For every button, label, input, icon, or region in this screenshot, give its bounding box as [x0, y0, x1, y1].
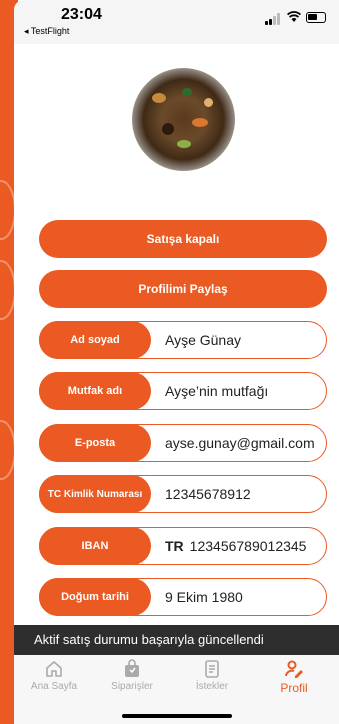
tc-id-field[interactable]: TC Kimlik Numarası 12345678912 — [39, 475, 327, 513]
field-label: Mutfak adı — [39, 372, 151, 410]
email-field[interactable]: E-posta ayse.gunay@gmail.com — [39, 424, 327, 462]
tab-label: İstekler — [195, 681, 229, 692]
status-bar: 23:04 ◂ TestFlight — [14, 0, 339, 44]
tab-orders[interactable]: Siparişler — [92, 659, 172, 692]
iban-number: 123456789012345 — [189, 538, 307, 554]
tab-profile[interactable]: Profil — [254, 659, 334, 695]
toast-message: Aktif satış durumu başarıyla güncellendi — [14, 625, 339, 655]
tab-label: Siparişler — [111, 681, 153, 692]
field-value[interactable]: TR 123456789012345 — [165, 528, 325, 564]
field-value[interactable]: ayse.gunay@gmail.com — [165, 425, 325, 461]
tab-label: Ana Sayfa — [30, 681, 78, 692]
iban-field[interactable]: IBAN TR 123456789012345 — [39, 527, 327, 565]
tab-home[interactable]: Ana Sayfa — [14, 659, 94, 692]
home-indicator[interactable] — [122, 714, 232, 718]
birth-date-field[interactable]: Doğum tarihi 9 Ekim 1980 — [39, 578, 327, 616]
field-value[interactable]: 12345678912 — [165, 476, 325, 512]
wifi-icon — [287, 10, 301, 26]
tab-requests[interactable]: İstekler — [172, 659, 252, 692]
cellular-signal-icon — [265, 13, 283, 25]
profile-edit-icon — [285, 660, 303, 678]
status-time: 23:04 — [61, 6, 102, 23]
battery-icon — [306, 12, 326, 23]
list-icon — [205, 660, 219, 678]
iban-prefix: TR — [165, 538, 184, 554]
field-label: IBAN — [39, 527, 151, 565]
field-value[interactable]: Ayşe Günay — [165, 322, 325, 358]
bag-icon — [125, 659, 139, 677]
profile-sheet: 23:04 ◂ TestFlight Satışa kapalı Profili… — [14, 0, 339, 724]
field-value[interactable]: Ayşe’nin mutfağı — [165, 373, 325, 409]
back-to-testflight-link[interactable]: ◂ TestFlight — [24, 26, 69, 37]
kitchen-name-field[interactable]: Mutfak adı Ayşe’nin mutfağı — [39, 372, 327, 410]
tab-label: Profil — [280, 681, 308, 695]
field-label: Doğum tarihi — [39, 578, 151, 616]
field-label: Ad soyad — [39, 321, 151, 359]
sale-status-button[interactable]: Satışa kapalı — [39, 220, 327, 258]
field-label: TC Kimlik Numarası — [39, 475, 151, 513]
home-icon — [46, 661, 62, 677]
full-name-field[interactable]: Ad soyad Ayşe Günay — [39, 321, 327, 359]
field-label: E-posta — [39, 424, 151, 462]
share-profile-button[interactable]: Profilimi Paylaş — [39, 270, 327, 308]
avatar[interactable] — [132, 68, 235, 171]
field-value[interactable]: 9 Ekim 1980 — [165, 579, 325, 615]
